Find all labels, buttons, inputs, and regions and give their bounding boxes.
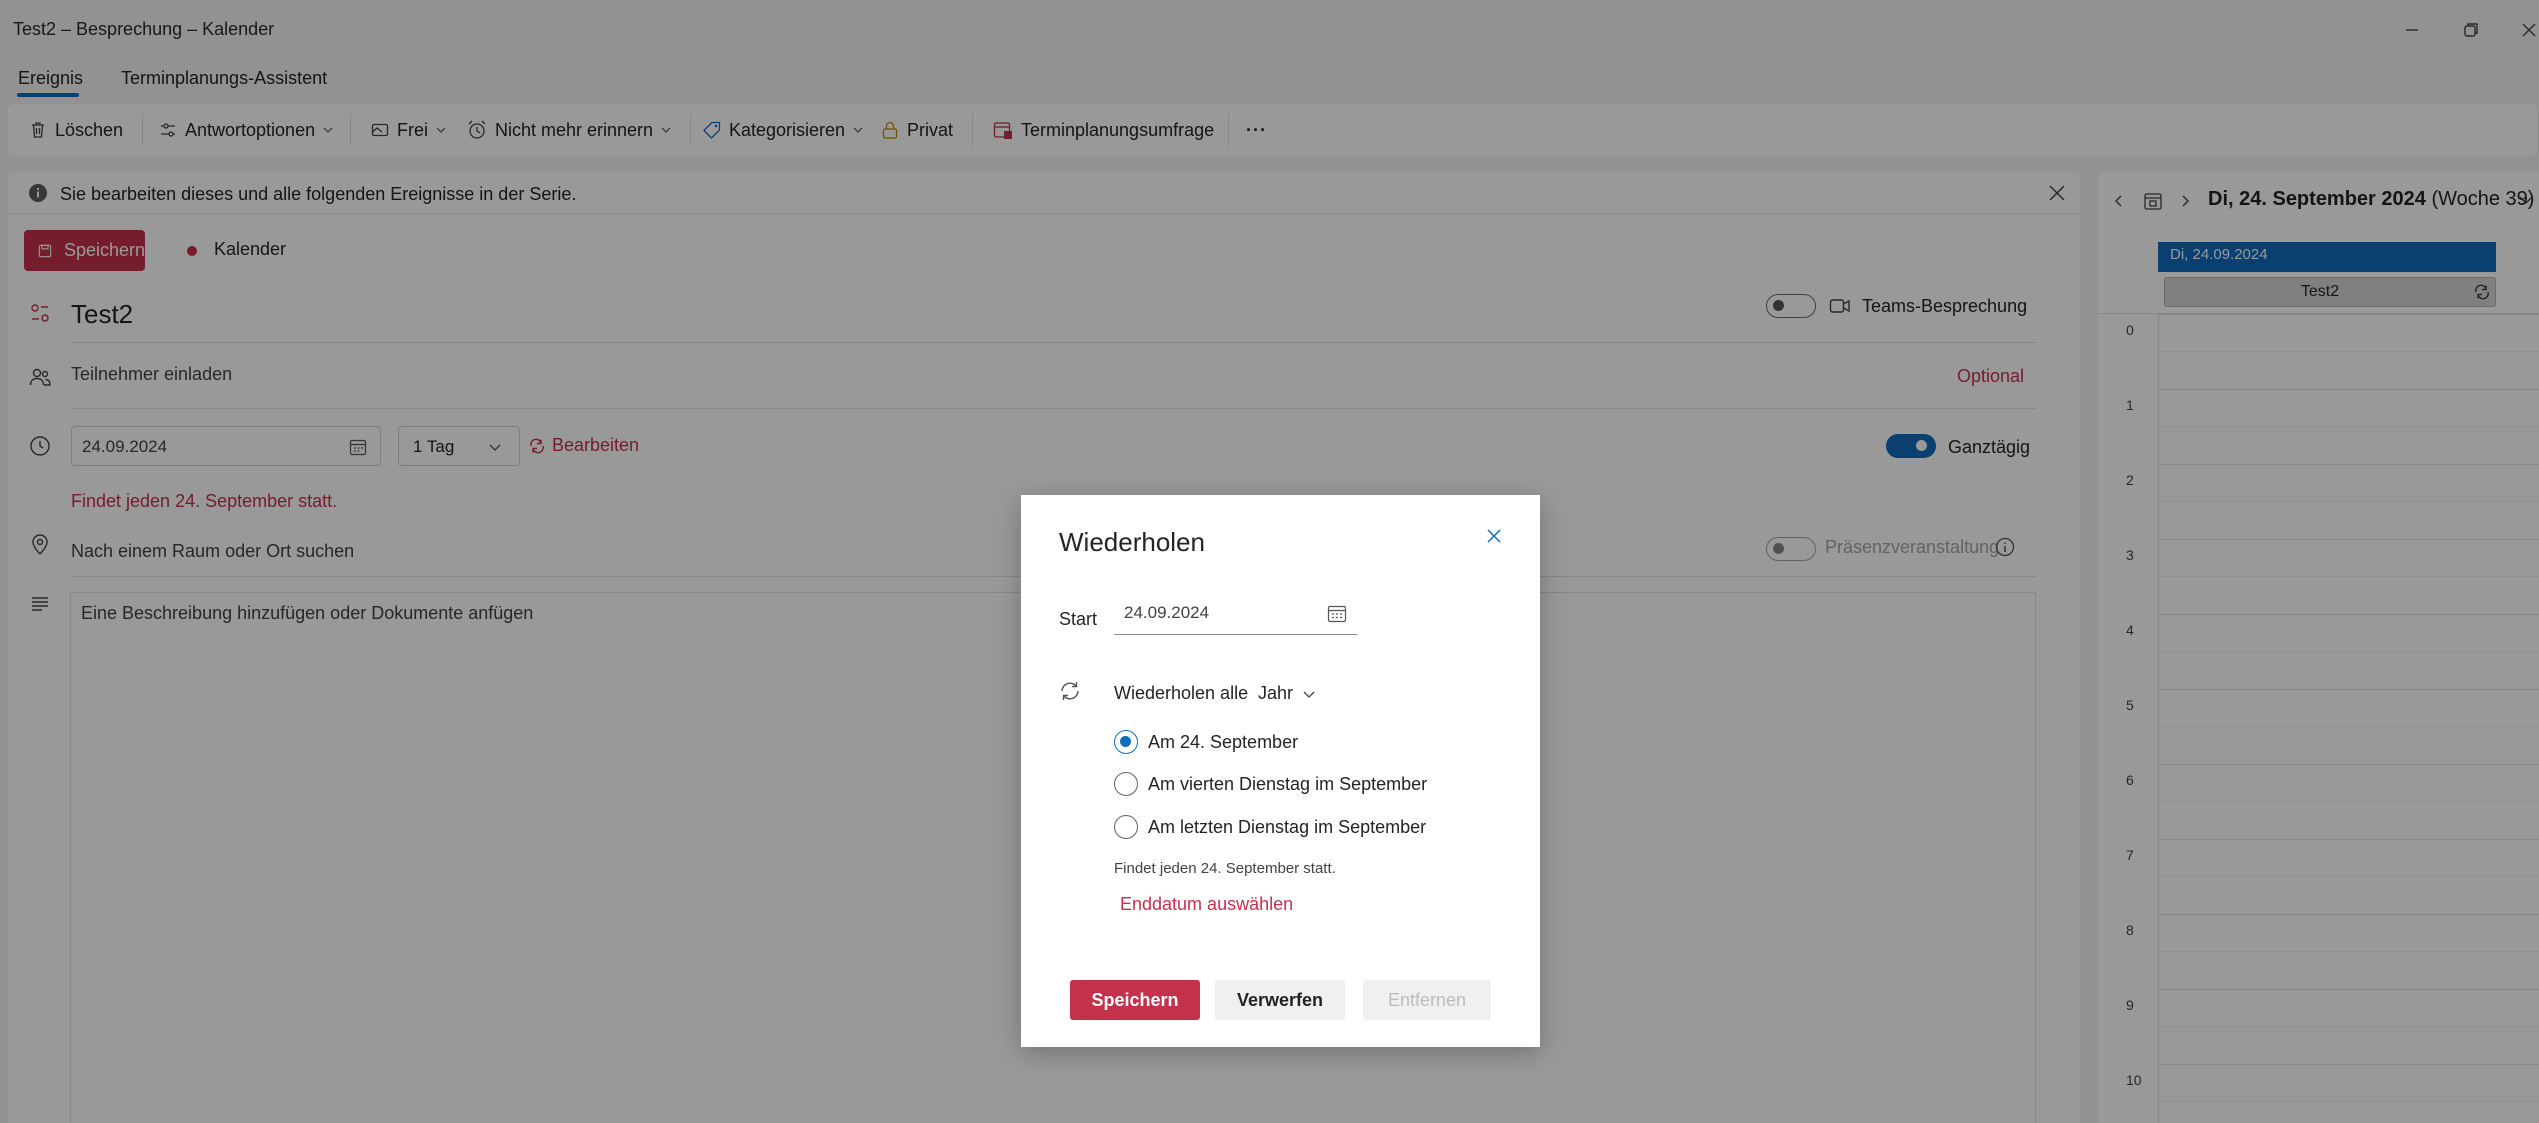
start-date-input[interactable]: 24.09.2024 — [1114, 593, 1357, 635]
dialog-discard-button[interactable]: Verwerfen — [1215, 980, 1345, 1020]
dialog-save-button[interactable]: Speichern — [1070, 980, 1200, 1020]
repeat-option-date[interactable]: Am 24. September — [1114, 730, 1298, 754]
start-label: Start — [1059, 609, 1098, 629]
dialog-remove-button[interactable]: Entfernen — [1363, 980, 1491, 1020]
radio-button[interactable] — [1114, 815, 1138, 839]
start-date-value: 24.09.2024 — [1124, 603, 1210, 622]
repeat-option-label: Am vierten Dienstag im September — [1148, 773, 1428, 794]
choose-end-date-link[interactable]: Enddatum auswählen — [1120, 894, 1293, 915]
radio-button[interactable] — [1114, 730, 1138, 754]
repeat-every-label: Wiederholen alle — [1114, 683, 1249, 703]
radio-button[interactable] — [1114, 772, 1138, 796]
repeat-icon — [1061, 682, 1079, 700]
repeat-option-fourth-tuesday[interactable]: Am vierten Dienstag im September — [1114, 772, 1427, 796]
repeat-unit-value: Jahr — [1258, 683, 1294, 703]
close-icon[interactable] — [1483, 525, 1505, 547]
dialog-title: Wiederholen — [1059, 527, 1205, 557]
repeat-option-last-tuesday[interactable]: Am letzten Dienstag im September — [1114, 815, 1426, 839]
chevron-down-icon — [1303, 691, 1315, 698]
repeat-dialog: Wiederholen Start 24.09.2024 Wiederholen… — [1021, 495, 1540, 1047]
repeat-unit-dropdown[interactable]: Jahr — [1258, 683, 1317, 704]
recurrence-summary: Findet jeden 24. September statt. — [1114, 860, 1336, 877]
repeat-option-label: Am letzten Dienstag im September — [1148, 816, 1427, 837]
repeat-option-label: Am 24. September — [1148, 731, 1299, 752]
calendar-icon[interactable] — [1326, 603, 1348, 625]
